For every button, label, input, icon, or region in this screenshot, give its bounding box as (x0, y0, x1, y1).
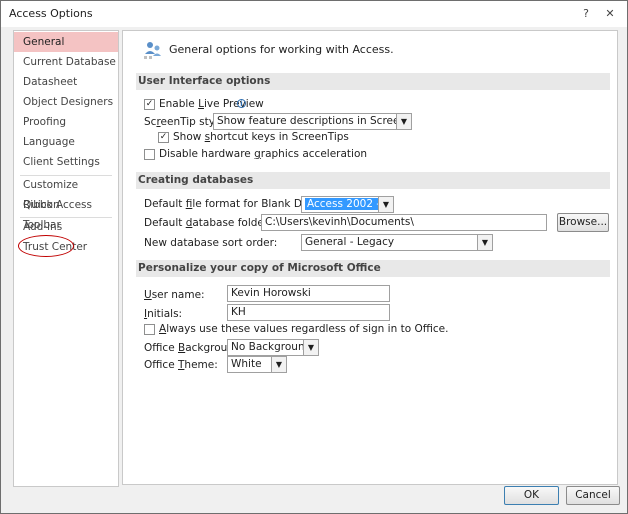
user-name-label: User name: (144, 289, 205, 301)
general-options-icon (144, 42, 161, 59)
help-icon[interactable]: ? (577, 7, 595, 21)
sort-order-dropdown[interactable]: General - Legacy ▼ (301, 234, 493, 251)
chevron-down-icon[interactable]: ▼ (396, 114, 411, 129)
sidebar-item-client-settings[interactable]: Client Settings (14, 152, 118, 172)
enable-live-preview-checkbox[interactable]: ✓ (144, 99, 155, 110)
sidebar-item-quick-access-toolbar[interactable]: Quick Access Toolbar (14, 195, 118, 231)
office-theme-dropdown[interactable]: White ▼ (227, 356, 287, 373)
office-theme-value: White (231, 358, 262, 370)
office-background-value: No Background (231, 341, 312, 353)
chevron-down-icon[interactable]: ▼ (271, 357, 286, 372)
cancel-button[interactable]: Cancel (566, 486, 620, 505)
chevron-down-icon[interactable]: ▼ (303, 340, 318, 355)
sidebar-item-object-designers[interactable]: Object Designers (14, 92, 118, 112)
user-name-input[interactable]: Kevin Horowski (227, 285, 390, 302)
sort-order-label: New database sort order: (144, 237, 278, 249)
default-file-format-dropdown[interactable]: Access 2002 - 2003 ▼ (301, 196, 394, 213)
office-theme-label: Office Theme: (144, 359, 218, 371)
always-use-values-label: Always use these values regardless of si… (159, 323, 449, 335)
chevron-down-icon[interactable]: ▼ (378, 197, 393, 212)
chevron-down-icon[interactable]: ▼ (477, 235, 492, 250)
initials-label: Initials: (144, 308, 183, 320)
section-creating-databases: Creating databases (136, 172, 610, 189)
default-database-folder-input[interactable]: C:\Users\kevinh\Documents\ (261, 214, 547, 231)
window-title: Access Options (9, 7, 93, 20)
show-shortcut-keys-checkbox[interactable]: ✓ (158, 132, 169, 143)
show-shortcut-keys-label: Show shortcut keys in ScreenTips (173, 131, 349, 143)
sidebar-item-current-database[interactable]: Current Database (14, 52, 118, 72)
sidebar-item-general[interactable]: General (14, 32, 118, 52)
enable-live-preview-label: Enable Live Preview (159, 98, 264, 110)
panel-header-text: General options for working with Access. (169, 43, 394, 56)
options-sidebar: General Current Database Datasheet Objec… (13, 30, 119, 487)
sidebar-item-datasheet[interactable]: Datasheet (14, 72, 118, 92)
access-options-dialog: Access Options ? ✕ General Current Datab… (0, 0, 628, 514)
sidebar-item-proofing[interactable]: Proofing (14, 112, 118, 132)
section-personalize: Personalize your copy of Microsoft Offic… (136, 260, 610, 277)
screentip-style-value: Show feature descriptions in ScreenTips (217, 115, 412, 127)
browse-button[interactable]: Browse... (557, 213, 609, 232)
initials-input[interactable]: KH (227, 304, 390, 321)
close-icon[interactable]: ✕ (601, 7, 619, 21)
sidebar-item-language[interactable]: Language (14, 132, 118, 152)
title-bar: Access Options ? ✕ (1, 1, 627, 27)
ok-button[interactable]: OK (504, 486, 559, 505)
screentip-style-dropdown[interactable]: Show feature descriptions in ScreenTips … (213, 113, 412, 130)
disable-hw-acceleration-checkbox[interactable] (144, 149, 155, 160)
sort-order-value: General - Legacy (305, 236, 395, 248)
sidebar-item-customize-ribbon[interactable]: Customize Ribbon (14, 175, 118, 211)
disable-hw-acceleration-label: Disable hardware graphics acceleration (159, 148, 368, 160)
default-database-folder-label: Default database folder: (144, 217, 272, 229)
info-icon[interactable]: i (237, 99, 246, 108)
office-background-dropdown[interactable]: No Background ▼ (227, 339, 319, 356)
section-user-interface: User Interface options (136, 73, 610, 90)
sidebar-item-add-ins[interactable]: Add-ins (14, 217, 118, 237)
always-use-values-checkbox[interactable] (144, 324, 155, 335)
trust-center-annotation-circle (18, 235, 74, 257)
